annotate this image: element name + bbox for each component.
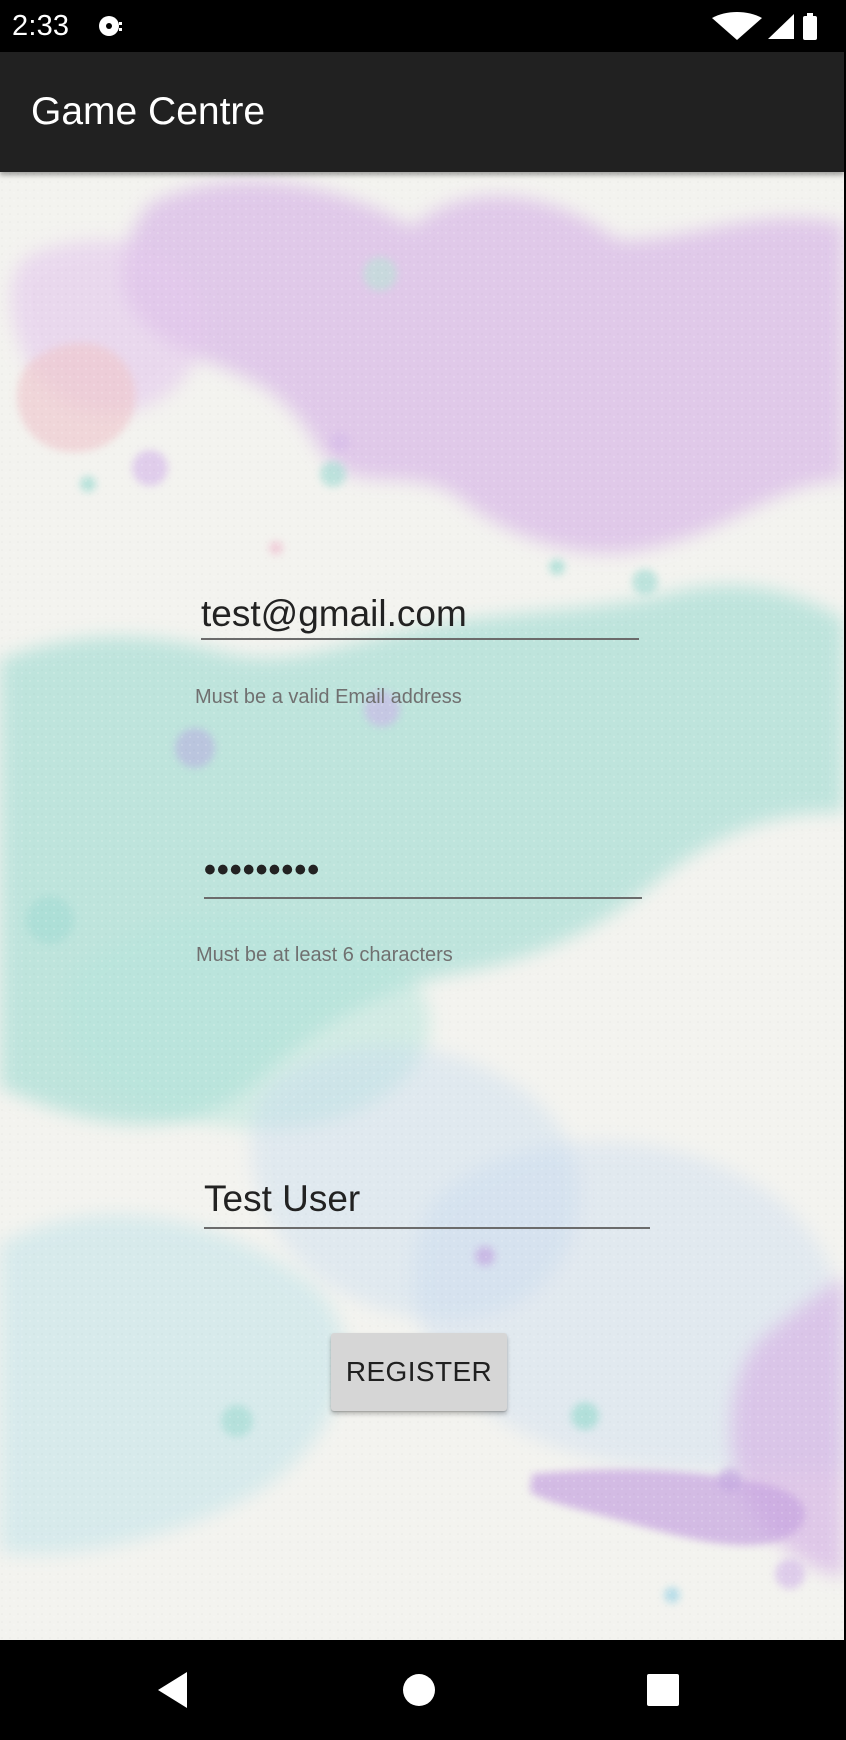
wifi-icon [712, 12, 762, 40]
disk-notification-icon [99, 16, 122, 36]
name-input-underline [204, 1227, 650, 1229]
app-bar: Game Centre [0, 52, 844, 172]
register-button[interactable]: REGISTER [331, 1333, 507, 1411]
game-centre-register-screen: 2:33 Game Centre test@gmail.com Must be … [0, 0, 846, 1740]
name-input-value: Test User [204, 1178, 361, 1219]
watercolor-background [0, 172, 844, 1640]
email-input-value: test@gmail.com [201, 593, 467, 634]
status-bar: 2:33 [0, 0, 844, 52]
registration-form-area: test@gmail.com Must be a valid Email add… [0, 172, 844, 1640]
email-input-underline [201, 638, 639, 640]
back-triangle-icon[interactable] [152, 1668, 196, 1712]
email-input[interactable]: test@gmail.com [201, 583, 639, 643]
password-input-value: ••••••••• [204, 851, 321, 889]
cell-signal-icon [768, 14, 794, 39]
recents-square-icon[interactable] [641, 1668, 685, 1712]
status-icons [712, 12, 817, 40]
password-input[interactable]: ••••••••• [204, 842, 642, 902]
phone-screen-frame: 2:33 Game Centre test@gmail.com Must be … [0, 0, 846, 1740]
app-title: Game Centre [31, 90, 266, 133]
password-input-underline [204, 897, 642, 899]
password-helper-text: Must be at least 6 characters [196, 944, 453, 966]
email-helper-text: Must be a valid Email address [195, 686, 462, 708]
battery-icon [803, 16, 817, 40]
status-time: 2:33 [12, 10, 70, 42]
home-circle-icon[interactable] [397, 1668, 441, 1712]
name-input[interactable]: Test User [204, 1172, 650, 1232]
system-navigation-bar [0, 1640, 846, 1740]
